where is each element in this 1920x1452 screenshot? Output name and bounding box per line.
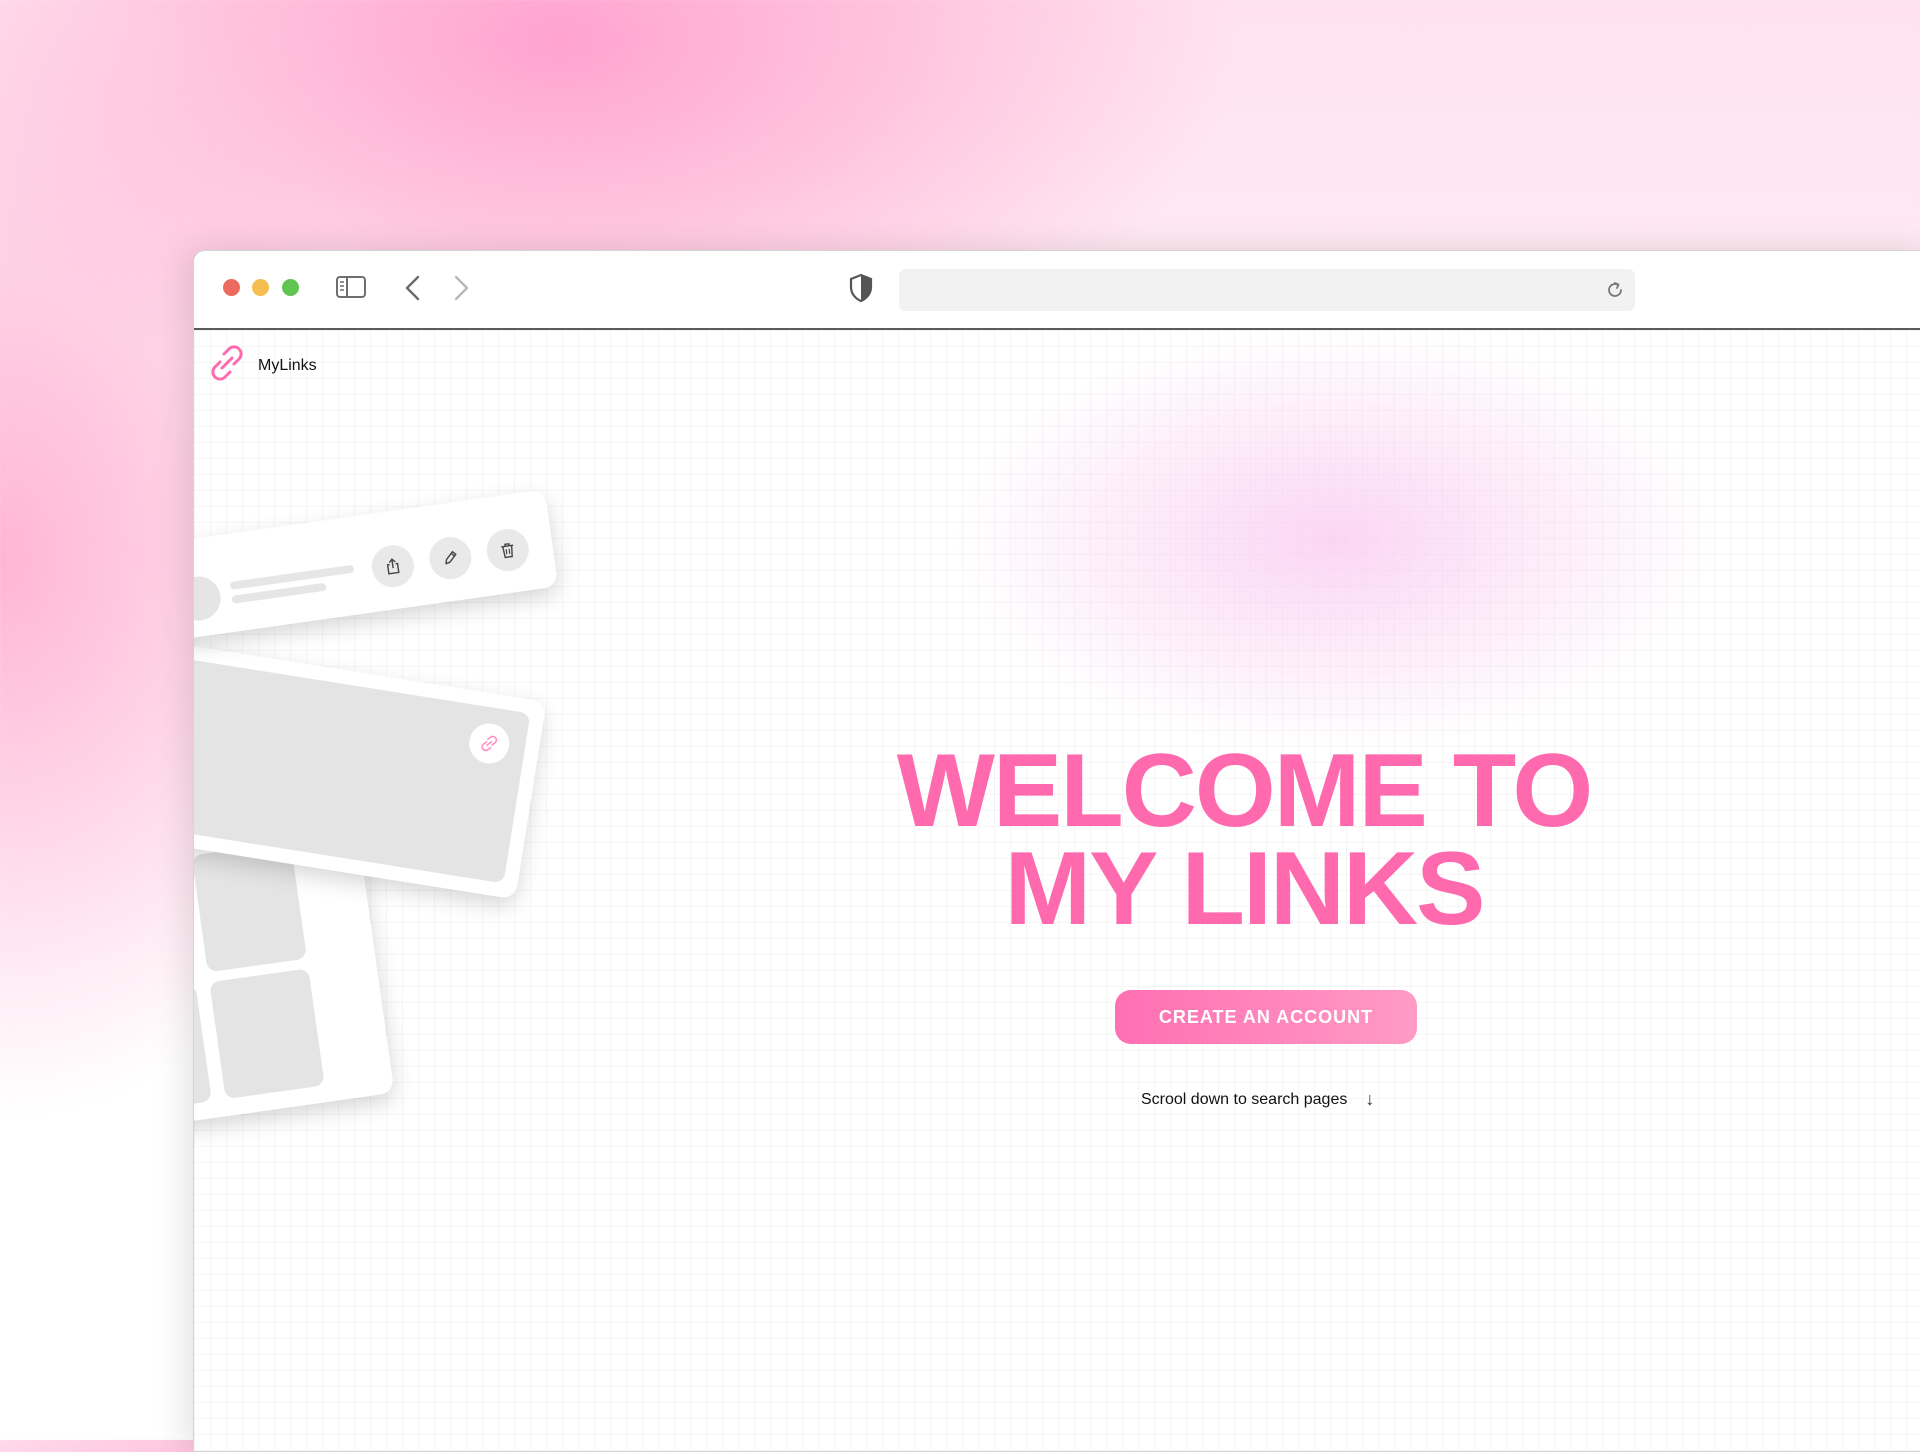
maximize-window-button[interactable] (282, 279, 299, 296)
shield-icon[interactable] (849, 273, 873, 308)
browser-window: MyLinks (193, 250, 1920, 1452)
create-account-button[interactable]: CREATE AN ACCOUNT (1115, 990, 1417, 1044)
share-icon (369, 542, 416, 589)
illustration-list-card (194, 489, 558, 658)
link-icon (208, 344, 246, 387)
avatar-placeholder (194, 574, 223, 624)
minimize-window-button[interactable] (252, 279, 269, 296)
reload-icon[interactable] (1605, 280, 1625, 305)
hero-title: WELCOME TO MY LINKS (814, 742, 1674, 938)
address-bar[interactable] (899, 269, 1635, 311)
placeholder-tile (194, 984, 212, 1115)
scroll-hint-text: Scrool down to search pages (1141, 1091, 1347, 1109)
scroll-hint[interactable]: Scrool down to search pages ↓ (1141, 1089, 1374, 1110)
close-window-button[interactable] (223, 279, 240, 296)
hero-title-line-1: WELCOME TO (814, 742, 1674, 840)
placeholder-bar (229, 565, 354, 590)
forward-arrow-icon[interactable] (452, 271, 470, 310)
pencil-icon (427, 534, 474, 581)
sidebar-toggle-icon[interactable] (336, 276, 366, 303)
page-content: MyLinks (194, 330, 1920, 1451)
background-glow (954, 330, 1714, 750)
brand-name: MyLinks (258, 357, 317, 375)
arrow-down-icon: ↓ (1365, 1089, 1374, 1110)
hero-title-line-2: MY LINKS (814, 840, 1674, 938)
trash-icon (484, 526, 531, 573)
back-arrow-icon[interactable] (404, 271, 422, 310)
placeholder-tile (209, 968, 324, 1099)
brand-logo[interactable]: MyLinks (208, 344, 317, 387)
browser-toolbar (194, 251, 1920, 330)
